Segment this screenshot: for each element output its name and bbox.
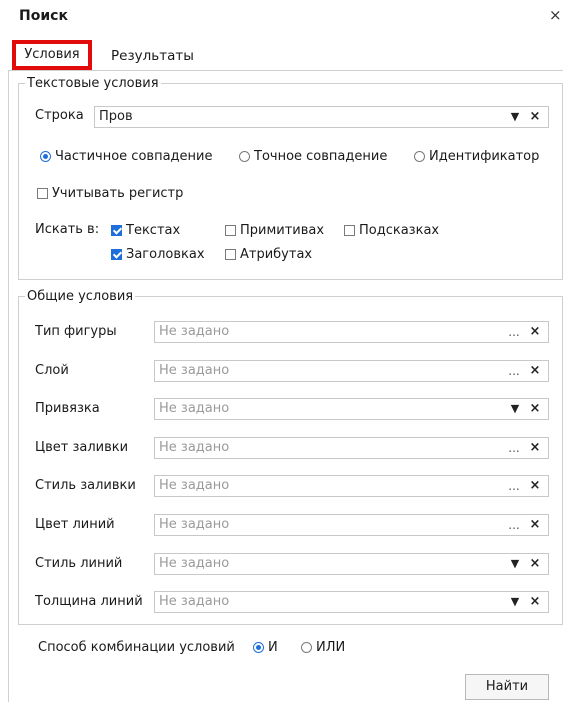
dropdown-arrow-icon[interactable]: ▼ bbox=[508, 592, 522, 612]
general-field-value[interactable]: Не задано bbox=[159, 556, 229, 571]
ellipsis-button[interactable]: ... bbox=[506, 476, 522, 496]
checkbox-attributes[interactable]: Атрибутах bbox=[225, 247, 312, 262]
general-field-combobox[interactable]: Не задано ▼ × bbox=[154, 591, 549, 614]
radio-partial-match[interactable]: Частичное совпадение bbox=[40, 149, 212, 164]
clear-icon[interactable]: × bbox=[528, 592, 542, 612]
checkbox-indicator[interactable] bbox=[111, 225, 122, 236]
general-field-combobox[interactable]: Не задано ▼ × bbox=[154, 552, 549, 575]
general-field-label: Слой bbox=[35, 362, 69, 378]
checkbox-hints-label: Подсказках bbox=[359, 223, 440, 238]
general-field-label: Толщина линий bbox=[35, 594, 143, 610]
checkbox-texts-label: Текстах bbox=[126, 223, 181, 238]
radio-or-label: ИЛИ bbox=[316, 640, 346, 655]
checkbox-indicator[interactable] bbox=[111, 249, 122, 260]
general-field-label: Цвет линий bbox=[35, 517, 115, 532]
tab-strip-divider bbox=[8, 70, 563, 71]
radio-partial-match-label: Частичное совпадение bbox=[55, 149, 213, 164]
dropdown-arrow-icon[interactable]: ▼ bbox=[508, 554, 522, 574]
radio-or[interactable]: ИЛИ bbox=[301, 640, 345, 655]
general-field-combobox[interactable]: Не задано... × bbox=[154, 359, 549, 382]
general-field-combobox[interactable]: Не задано... × bbox=[154, 436, 549, 459]
ellipsis-button[interactable]: ... bbox=[506, 361, 522, 381]
general-field-label: Стиль заливки bbox=[35, 478, 136, 494]
radio-indicator[interactable] bbox=[301, 642, 312, 653]
text-conditions-legend: Текстовые условия bbox=[27, 76, 159, 91]
radio-indicator[interactable] bbox=[40, 151, 51, 162]
radio-identifier[interactable]: Идентификатор bbox=[414, 149, 539, 164]
radio-exact-match[interactable]: Точное совпадение bbox=[239, 149, 387, 164]
clear-icon[interactable]: × bbox=[528, 399, 542, 419]
general-field-combobox[interactable]: Не задано ▼ × bbox=[154, 398, 549, 421]
general-field-value[interactable]: Не задано bbox=[159, 517, 229, 532]
checkbox-primitives[interactable]: Примитивах bbox=[225, 223, 324, 238]
general-field-value[interactable]: Не задано bbox=[159, 324, 229, 339]
checkbox-primitives-label: Примитивах bbox=[240, 223, 325, 238]
clear-icon[interactable]: × bbox=[528, 107, 542, 127]
tab-conditions-label: Условия bbox=[24, 47, 80, 62]
checkbox-case-sensitive-label: Учитывать регистр bbox=[52, 186, 184, 201]
clear-icon[interactable]: × bbox=[528, 554, 542, 574]
general-field-combobox[interactable]: Не задано... × bbox=[154, 514, 549, 536]
checkbox-texts[interactable]: Текстах bbox=[111, 223, 180, 238]
general-field-value[interactable]: Не задано bbox=[159, 401, 229, 416]
radio-identifier-label: Идентификатор bbox=[429, 149, 540, 164]
clear-icon[interactable]: × bbox=[528, 476, 542, 496]
dropdown-arrow-icon[interactable]: ▼ bbox=[508, 107, 522, 127]
general-field-value[interactable]: Не задано bbox=[159, 440, 229, 455]
find-button[interactable]: Найти bbox=[465, 674, 549, 700]
general-field-value[interactable]: Не задано bbox=[159, 478, 229, 493]
clear-icon[interactable]: × bbox=[528, 322, 542, 342]
tab-results[interactable]: Результаты bbox=[104, 43, 201, 69]
string-combobox[interactable]: Пров ▼ × bbox=[94, 106, 549, 128]
checkbox-indicator[interactable] bbox=[37, 188, 48, 199]
clear-icon[interactable]: × bbox=[528, 361, 542, 381]
general-field-label: Тип фигуры bbox=[35, 324, 117, 339]
radio-indicator[interactable] bbox=[253, 642, 264, 653]
clear-icon[interactable]: × bbox=[528, 438, 542, 458]
search-in-label: Искать в: bbox=[35, 222, 100, 237]
checkbox-indicator[interactable] bbox=[225, 249, 236, 260]
radio-and-label: И bbox=[268, 640, 278, 655]
dropdown-arrow-icon[interactable]: ▼ bbox=[508, 399, 522, 419]
tab-conditions[interactable]: Условия bbox=[12, 40, 92, 70]
general-field-combobox[interactable]: Не задано... × bbox=[154, 475, 549, 498]
general-field-label: Привязка bbox=[35, 401, 100, 417]
ellipsis-button[interactable]: ... bbox=[506, 515, 522, 535]
general-field-label: Цвет заливки bbox=[35, 439, 129, 455]
general-field-label: Стиль линий bbox=[35, 555, 123, 571]
radio-and[interactable]: И bbox=[253, 640, 278, 655]
general-field-value[interactable]: Не задано bbox=[159, 594, 229, 609]
ellipsis-button[interactable]: ... bbox=[506, 322, 522, 342]
radio-exact-match-label: Точное совпадение bbox=[254, 149, 388, 164]
checkbox-hints[interactable]: Подсказках bbox=[344, 223, 439, 238]
checkbox-attributes-label: Атрибутах bbox=[240, 247, 313, 262]
checkbox-headers[interactable]: Заголовках bbox=[111, 247, 205, 262]
string-label: Строка bbox=[35, 108, 84, 123]
radio-indicator[interactable] bbox=[239, 151, 250, 162]
checkbox-indicator[interactable] bbox=[225, 225, 236, 236]
checkbox-headers-label: Заголовках bbox=[126, 247, 205, 262]
general-field-combobox[interactable]: Не задано... × bbox=[154, 321, 549, 343]
close-icon[interactable]: × bbox=[549, 6, 562, 24]
string-value[interactable]: Пров bbox=[99, 109, 133, 124]
radio-indicator[interactable] bbox=[414, 151, 425, 162]
panel-left-border bbox=[8, 70, 9, 702]
window-title: Поиск bbox=[19, 8, 68, 24]
clear-icon[interactable]: × bbox=[528, 515, 542, 535]
checkbox-indicator[interactable] bbox=[344, 225, 355, 236]
combination-label: Способ комбинации условий bbox=[38, 640, 235, 655]
ellipsis-button[interactable]: ... bbox=[506, 438, 522, 458]
general-conditions-legend: Общие условия bbox=[27, 289, 134, 304]
checkbox-case-sensitive[interactable]: Учитывать регистр bbox=[37, 186, 183, 201]
general-field-value[interactable]: Не задано bbox=[159, 363, 229, 378]
